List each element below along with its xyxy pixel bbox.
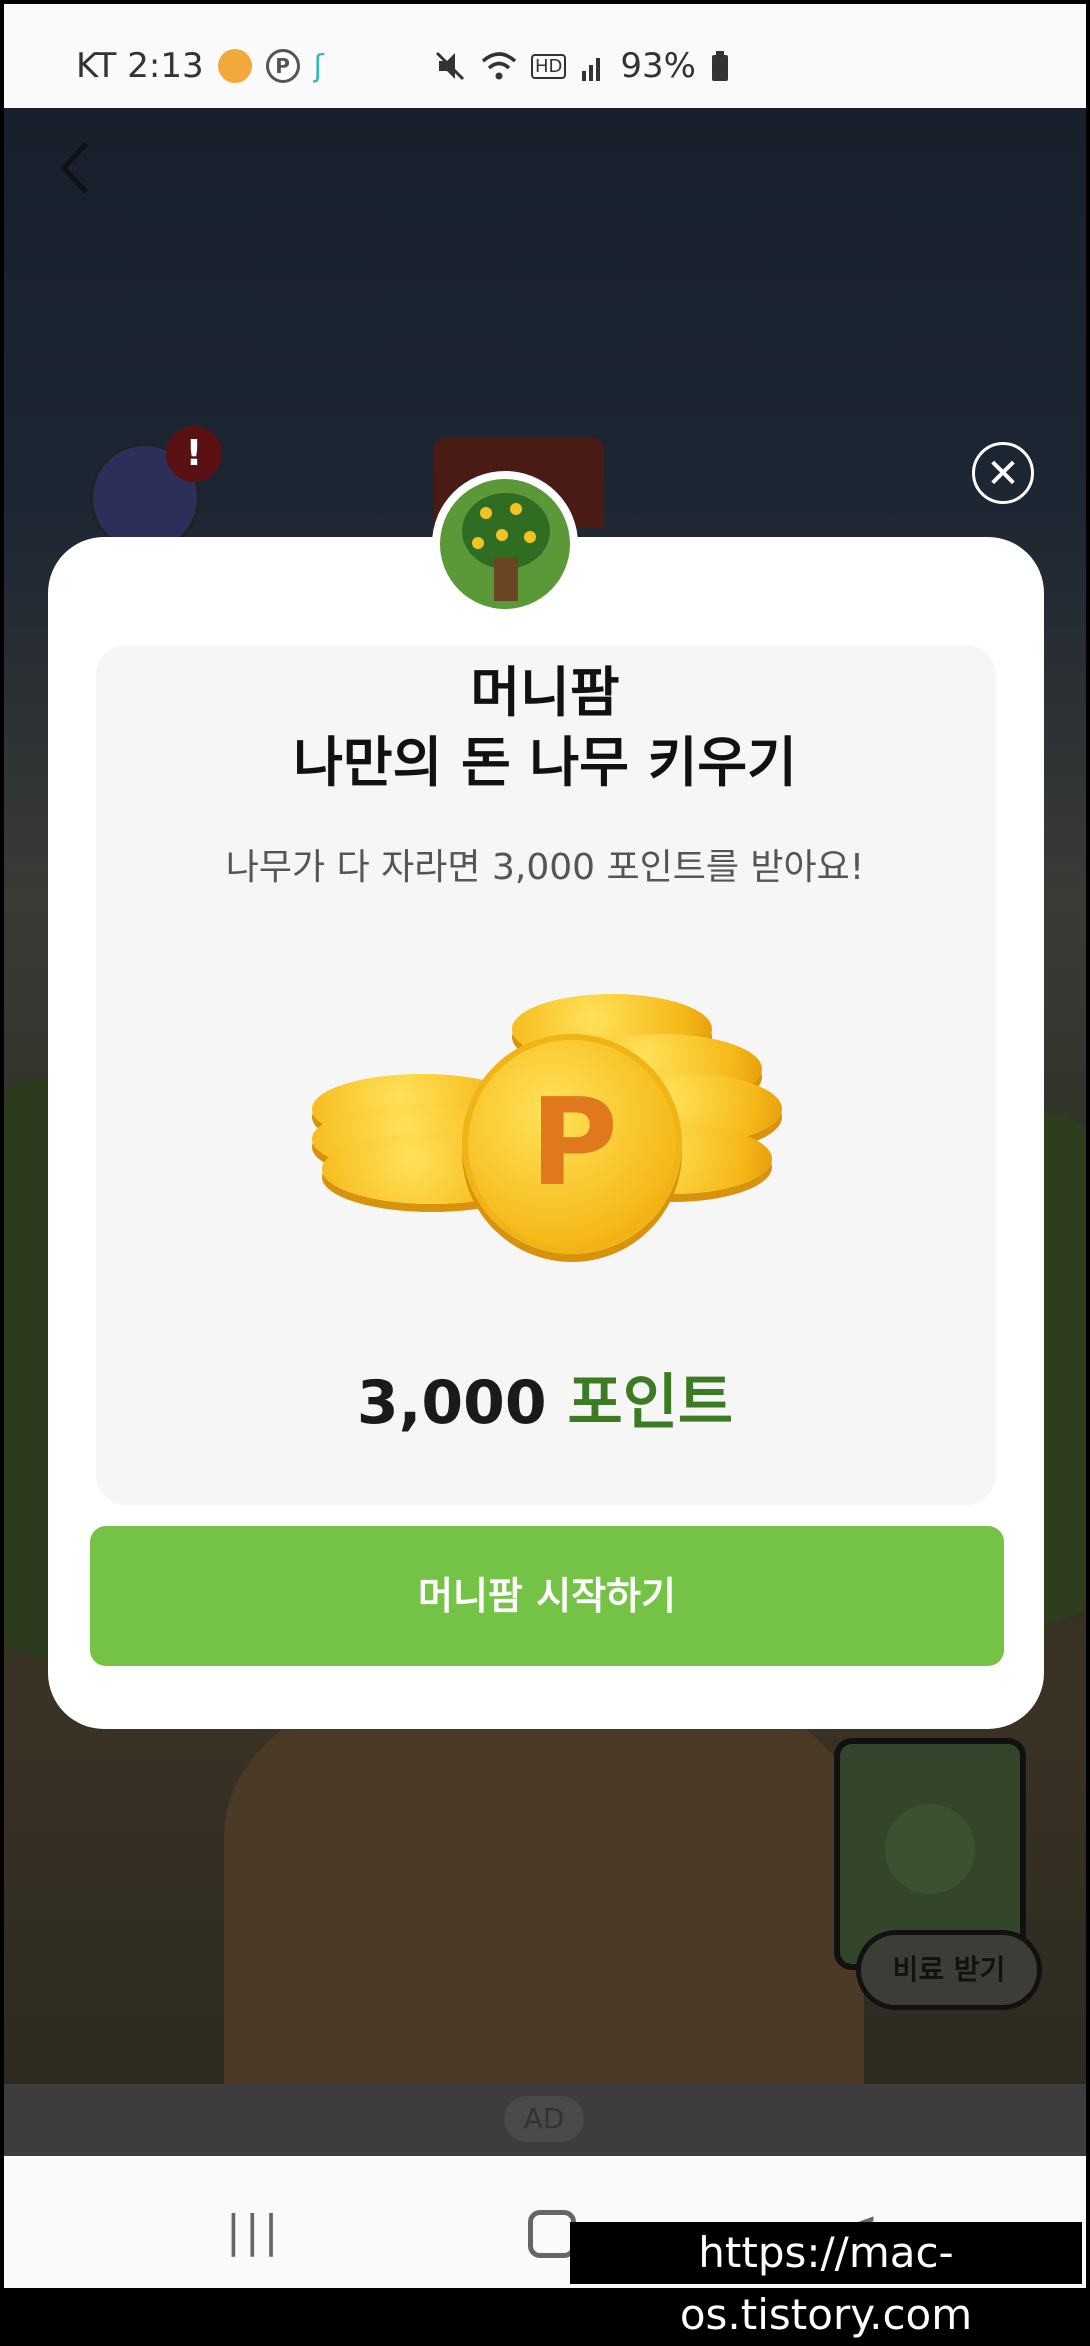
phone-screen: KT 2:13 P ʃ HD 93% ! 비료 받기 AD ✕ 머니팜 나만의 …	[4, 4, 1086, 2288]
battery-percent: 93%	[620, 46, 696, 86]
close-button[interactable]: ✕	[972, 442, 1034, 504]
points-unit: 포인트	[567, 1368, 734, 1438]
money-tree-avatar	[432, 471, 578, 617]
notification-app-icon	[217, 49, 252, 83]
start-moneyfarm-button[interactable]: 머니팜 시작하기	[90, 1526, 1004, 1666]
signal-icon	[582, 58, 601, 81]
mute-icon	[435, 51, 465, 81]
alert-badge-icon: !	[166, 426, 222, 482]
watermark: https://mac-os.tistory.com	[570, 2222, 1082, 2339]
points-number: 3,000	[356, 1368, 547, 1438]
status-bar: KT 2:13 P ʃ HD 93%	[4, 4, 1086, 108]
points-amount: 3,000 포인트	[4, 1354, 1086, 1441]
fertilizer-button[interactable]: 비료 받기	[856, 1930, 1042, 2010]
parking-icon: P	[265, 49, 300, 83]
coin-letter: P	[530, 1074, 618, 1213]
tree-icon	[440, 479, 570, 609]
status-left: KT 2:13 P ʃ	[76, 46, 324, 86]
title-line-1: 머니팜	[470, 661, 620, 724]
sprout-icon	[885, 1804, 975, 1894]
battery-icon	[712, 51, 728, 81]
chevron-left-icon	[60, 142, 88, 194]
ad-label: AD	[504, 2096, 584, 2142]
modal-title: 머니팜 나만의 돈 나무 키우기	[4, 658, 1086, 798]
wifi-icon	[481, 52, 517, 80]
dirt-path	[224, 1668, 864, 2088]
status-right: HD 93%	[433, 46, 730, 86]
coin-stack-icon: P	[312, 994, 782, 1274]
title-line-2: 나만의 돈 나무 키우기	[293, 731, 797, 794]
modal-subtitle: 나무가 다 자라면 3,000 포인트를 받아요!	[225, 847, 865, 888]
ad-bar: AD	[4, 2084, 1086, 2156]
carrier-time: KT 2:13	[76, 46, 204, 86]
hd-voice-icon: HD	[531, 53, 567, 79]
home-icon[interactable]	[528, 2210, 576, 2258]
recent-apps-icon[interactable]: |||	[226, 2206, 282, 2257]
back-button[interactable]	[56, 138, 100, 198]
footprint-icon: ʃ	[313, 48, 324, 84]
